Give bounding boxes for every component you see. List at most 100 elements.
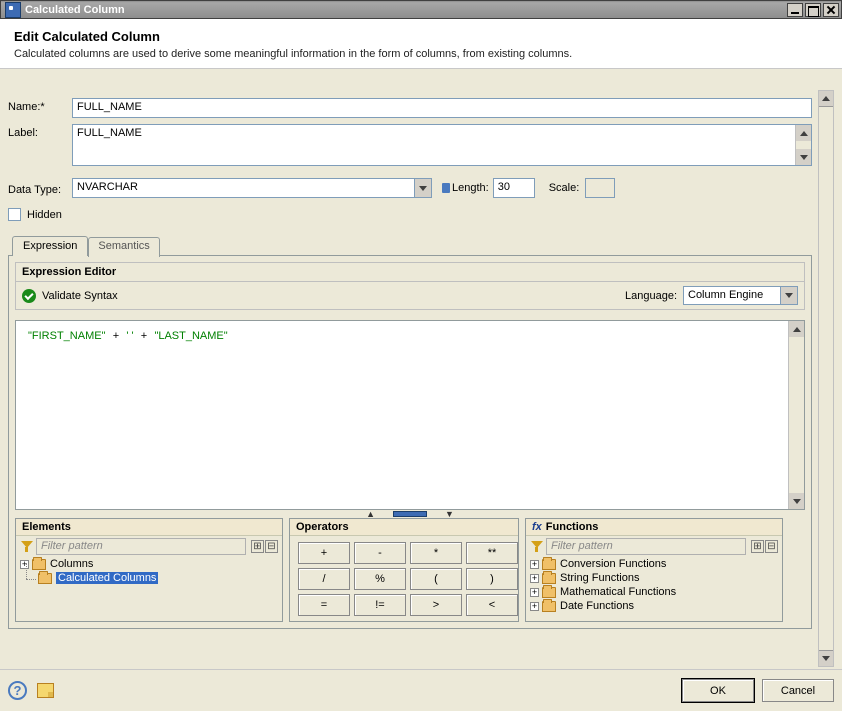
notes-button[interactable] [37,683,54,698]
tree-toggle[interactable]: + [530,560,539,569]
tree-toggle[interactable]: + [530,588,539,597]
tree-toggle[interactable]: + [530,602,539,611]
folder-icon [542,587,556,598]
page-subtitle: Calculated columns are used to derive so… [14,48,828,60]
editor-scroll-down[interactable] [789,493,804,509]
minimize-button[interactable] [787,3,803,17]
label-label: Label: [8,124,72,139]
operator-button[interactable]: ) [466,568,518,590]
name-input[interactable]: FULL_NAME [72,98,812,118]
scale-label: Scale: [549,182,580,194]
code-token: ' ' [126,330,133,342]
datatype-dropdown-button[interactable] [414,179,431,197]
operators-header: Operators [290,519,518,536]
operator-button[interactable]: * [410,542,462,564]
functions-filter-input[interactable]: Filter pattern [546,538,746,555]
datatype-label: Data Type: [8,181,72,196]
expand-all-button[interactable]: ⊞ [751,540,764,553]
operator-button[interactable]: / [298,568,350,590]
tree-item-function-category[interactable]: +Date Functions [530,599,778,613]
tree-item-function-category[interactable]: +Mathematical Functions [530,585,778,599]
scroll-up-button[interactable] [819,91,833,107]
collapse-all-button[interactable]: ⊟ [265,540,278,553]
validate-syntax-link[interactable]: Validate Syntax [42,290,118,302]
filter-icon [20,541,34,553]
operator-button[interactable]: ( [410,568,462,590]
editor-scroll-up[interactable] [789,321,804,337]
ok-button[interactable]: OK [682,679,754,702]
app-icon [5,2,21,18]
tree-toggle[interactable]: + [530,574,539,583]
page-title: Edit Calculated Column [14,29,828,44]
tree-item-columns[interactable]: + Columns [20,557,278,571]
scale-input[interactable] [585,178,615,198]
dialog-footer: ? OK Cancel [0,669,842,711]
operator-button[interactable]: < [466,594,518,616]
elements-filter-input[interactable]: Filter pattern [36,538,246,555]
operator-button[interactable]: + [298,542,350,564]
folder-icon [38,573,52,584]
operator-button[interactable]: > [410,594,462,616]
label-textarea[interactable]: FULL_NAME [72,124,812,166]
language-select[interactable]: Column Engine [683,286,798,305]
validate-icon [22,289,36,303]
editor-scrollbar[interactable] [788,321,804,509]
folder-icon [542,559,556,570]
tree-item-function-category[interactable]: + Conversion Functions [530,557,778,571]
name-label: Name:* [8,98,72,113]
tab-semantics[interactable]: Semantics [88,237,159,257]
collapse-all-button[interactable]: ⊟ [765,540,778,553]
operator-button[interactable]: % [354,568,406,590]
code-token: "LAST_NAME" [154,330,227,342]
tree-item-label: Columns [50,558,93,570]
cancel-button[interactable]: Cancel [762,679,834,702]
language-dropdown-button[interactable] [780,287,797,304]
splitter-up-icon: ▲ [366,509,375,519]
tree-item-label: Conversion Functions [560,558,666,570]
expression-editor-header: Expression Editor [15,262,805,282]
length-input[interactable]: 30 [493,178,535,198]
hidden-label: Hidden [27,209,62,221]
tab-expression[interactable]: Expression [12,236,88,256]
tree-item-calculated-columns[interactable]: Calculated Columns [38,571,278,585]
operator-button[interactable]: != [354,594,406,616]
datatype-select[interactable]: NVARCHAR [72,178,432,198]
length-icon [442,183,450,193]
functions-panel: fxFunctions Filter pattern ⊞ ⊟ + Conversi… [525,518,783,622]
maximize-button[interactable] [805,3,821,17]
expression-editor[interactable]: "FIRST_NAME" + ' ' + "LAST_NAME" [15,320,805,510]
tab-bar: Expression Semantics [12,235,834,255]
scroll-down-button[interactable] [819,650,833,666]
splitter[interactable]: ▲ ▼ [15,510,805,518]
splitter-grip[interactable] [393,511,427,517]
title-bar[interactable]: Calculated Column [0,0,842,19]
close-button[interactable] [823,3,839,17]
elements-panel: Elements Filter pattern ⊞ ⊟ + Columns [15,518,283,622]
tree-item-label: Calculated Columns [56,572,158,584]
folder-icon [542,573,556,584]
tree-item-label: String Functions [560,572,639,584]
operator-button[interactable]: - [354,542,406,564]
help-button[interactable]: ? [8,681,27,700]
language-label: Language: [625,290,677,302]
label-scroll-down[interactable] [796,149,811,165]
folder-icon [542,601,556,612]
label-scrollbar[interactable] [795,125,811,165]
operators-panel: Operators +-***/%()=!=>< [289,518,519,622]
label-scroll-up[interactable] [796,125,811,141]
language-value: Column Engine [688,289,763,301]
elements-header: Elements [16,519,282,536]
hidden-checkbox[interactable] [8,208,21,221]
datatype-value: NVARCHAR [77,181,138,193]
label-value: FULL_NAME [77,127,142,139]
body-scrollbar[interactable] [818,90,834,667]
operator-button[interactable]: = [298,594,350,616]
code-token: "FIRST_NAME" [28,330,105,342]
tree-item-function-category[interactable]: + String Functions [530,571,778,585]
expand-all-button[interactable]: ⊞ [251,540,264,553]
functions-header: fxFunctions [526,519,782,536]
operator-button[interactable]: ** [466,542,518,564]
filter-icon [530,541,544,553]
fx-icon: fx [532,521,542,533]
window-title: Calculated Column [25,4,787,16]
